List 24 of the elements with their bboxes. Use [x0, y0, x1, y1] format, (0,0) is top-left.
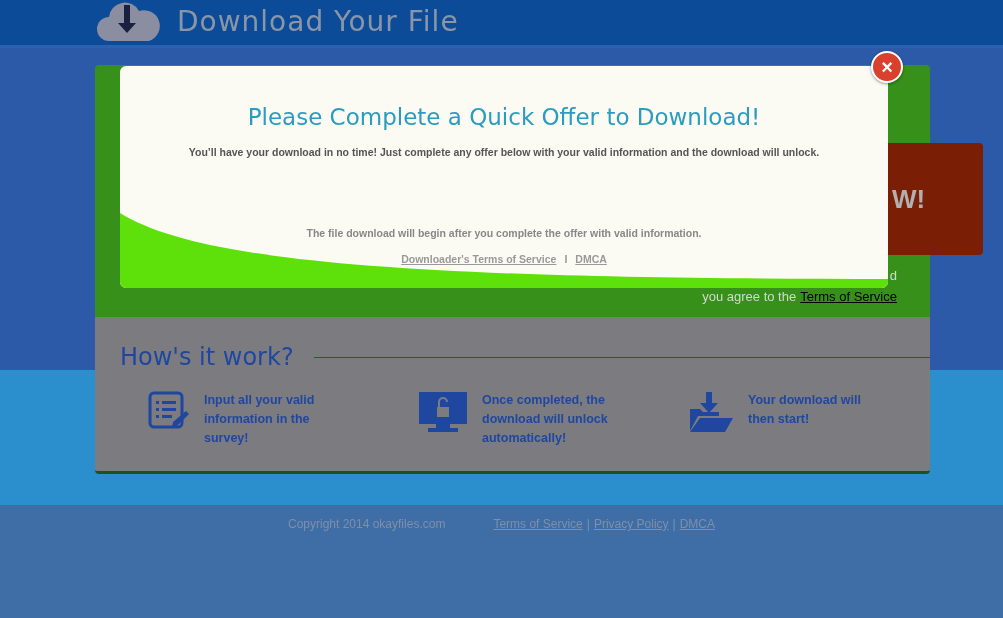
note-text: you agree to the: [702, 289, 797, 304]
step-text: Input all your valid information in the survey!: [204, 392, 316, 447]
footer-link[interactable]: Terms of Service: [493, 515, 583, 533]
dialog-subtitle: You’ll have your download in no time! Just complete any offer below with your valid information and the download will unlock.: [187, 144, 821, 160]
terms-link[interactable]: Terms of Service: [800, 289, 897, 304]
dialog-title: Please Complete a Quick Offer to Download!: [246, 103, 762, 132]
dialog-note: The file download will begin after you complete the offer with valid information.: [305, 226, 703, 242]
cloud-download-icon: [95, 1, 163, 43]
checklist-pencil-icon: [148, 391, 190, 431]
copyright-text: Copyright 2014 okayfiles.com: [287, 516, 446, 533]
footer-link[interactable]: Privacy Policy: [593, 515, 669, 533]
dialog-link[interactable]: Downloader's Terms of Service: [401, 252, 557, 268]
page-title: Download Your File: [177, 4, 459, 40]
note-text: d: [888, 267, 897, 284]
separator-text: I: [564, 252, 568, 267]
footer-link[interactable]: DMCA: [679, 515, 716, 533]
dialog-link[interactable]: DMCA: [575, 252, 607, 268]
step-text: Once completed, the download will unlock automatically!: [482, 392, 609, 447]
folder-download-icon: [688, 391, 734, 433]
monitor-padlock-icon: [418, 391, 468, 433]
separator-text: |: [672, 516, 676, 533]
separator-text: |: [586, 516, 590, 533]
step-text: Your download will then start!: [748, 392, 862, 428]
section-title: How's it work?: [120, 342, 294, 373]
